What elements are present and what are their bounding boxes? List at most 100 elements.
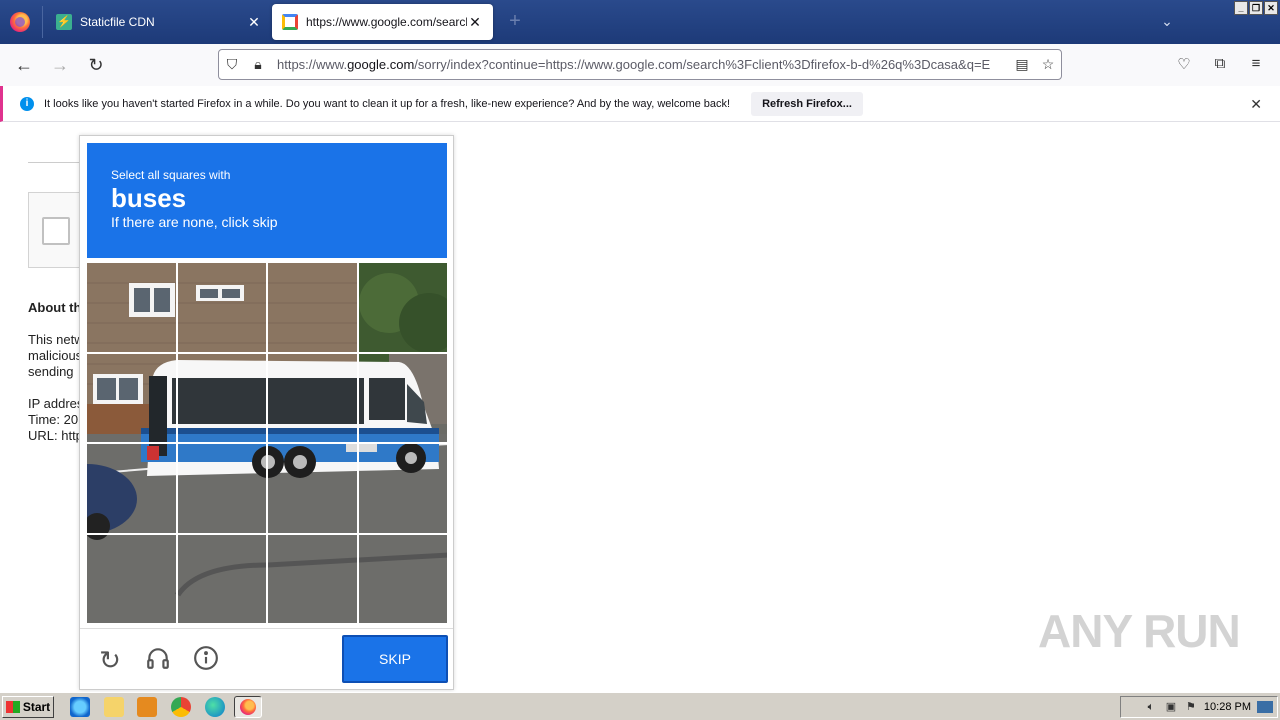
internet-explorer-icon[interactable] [70,697,90,717]
anyrun-watermark: ANY RUN [1038,605,1241,657]
tile-image [177,534,266,623]
close-window-button[interactable]: ✕ [1264,1,1278,15]
url-bar[interactable]: ⛉ 🔒︎ https://www.google.com/sorry/index?… [218,49,1062,80]
firefox-icon [240,699,256,715]
hamburger-menu-icon[interactable]: ≡ [1246,55,1266,75]
restore-button[interactable]: ❐ [1249,1,1263,15]
shield-icon[interactable]: ⛉ [219,56,245,73]
captcha-tile[interactable] [268,444,357,533]
windows-flag-icon [5,701,20,713]
new-tab-icon[interactable]: + [505,11,525,32]
refresh-firefox-button[interactable]: Refresh Firefox... [751,91,863,116]
captcha-tile[interactable] [358,353,447,442]
tile-image [358,534,447,623]
challenge-target: buses [111,183,187,213]
firefox-taskbar-button[interactable] [234,696,262,718]
bookmark-star-icon[interactable]: ☆ [1035,56,1061,73]
captcha-tile[interactable] [358,444,447,533]
captcha-tile[interactable] [177,263,266,352]
back-arrow-icon[interactable]: ← [12,53,36,77]
captcha-tile[interactable] [268,534,357,623]
notification-close-icon[interactable]: ✕ [1250,96,1262,113]
pocket-icon[interactable]: ♡ [1174,55,1194,75]
lock-icon[interactable]: 🔒︎ [245,56,271,73]
recaptcha-checkbox[interactable] [42,217,70,245]
challenge-header: Select all squares with buses If there a… [87,143,447,258]
captcha-tile[interactable] [268,263,357,352]
file-explorer-icon[interactable] [104,697,124,717]
staticfile-favicon-icon: ⚡ [56,14,72,30]
tile-image [87,263,176,352]
tile-image [87,444,176,533]
page-text-line: sending [28,364,74,379]
media-player-icon[interactable] [137,697,157,717]
tile-image [268,444,357,533]
network-icon[interactable]: ▣ [1164,700,1178,714]
captcha-tile[interactable] [177,444,266,533]
tab-strip: ⚡ Staticfile CDN ✕ https://www.google.co… [0,0,1280,44]
tile-image [268,534,357,623]
action-center-flag-icon[interactable]: ⚑ [1184,700,1198,714]
page-text-line: malicious [28,348,80,363]
refresh-firefox-notification: i It looks like you haven't started Fire… [0,86,1280,122]
forward-arrow-icon[interactable]: → [48,53,72,77]
google-favicon-icon [282,14,298,30]
info-icon: i [20,96,34,111]
skip-button[interactable]: SKIP [342,635,448,683]
challenge-footer: ↻ SKIP [80,628,453,690]
captcha-tile[interactable] [87,353,176,442]
tile-image [358,263,447,352]
tile-image [87,534,176,623]
page-text-line: URL: http [28,428,80,443]
navigation-toolbar: ← → ↻ ⛉ 🔒︎ https://www.google.com/sorry/… [0,44,1280,86]
list-all-tabs-chevron-icon[interactable]: ⌄ [1158,13,1176,31]
system-tray: 🔈︎ ▣ ⚑ 10:28 PM [1120,696,1278,718]
captcha-tile[interactable] [177,353,266,442]
captcha-tile[interactable] [268,353,357,442]
window-controls: _ ❐ ✕ [1234,1,1278,15]
image-grid [87,263,447,623]
challenge-hint: If there are none, click skip [111,214,278,230]
tile-image [177,353,266,442]
tab-title: Staticfile CDN [80,15,155,29]
reload-challenge-icon[interactable]: ↻ [95,645,125,675]
captcha-tile[interactable] [358,263,447,352]
start-button[interactable]: Start [2,696,54,718]
extensions-icon[interactable]: ⧉ [1210,55,1230,75]
page-text-line: Time: 20 [28,412,79,427]
windows-taskbar: Start 🔈︎ ▣ ⚑ 10:28 PM [0,692,1280,720]
firefox-menu-icon[interactable] [10,12,30,32]
tile-image [358,444,447,533]
url-text[interactable]: https://www.google.com/sorry/index?conti… [271,57,1009,72]
page-text-line: IP address [28,396,80,411]
volume-icon[interactable]: 🔈︎ [1144,700,1158,714]
minimize-button[interactable]: _ [1234,1,1248,15]
captcha-tile[interactable] [87,263,176,352]
tile-image [358,353,447,442]
tab-title: https://www.google.com/search?c [306,15,467,29]
tile-image [177,263,266,352]
tile-image [87,353,176,442]
tab-close-icon[interactable]: ✕ [467,14,483,30]
reader-view-icon[interactable]: ▤ [1009,56,1035,73]
chrome-icon[interactable] [171,697,191,717]
about-heading: About this page [28,300,80,315]
tab-google-search[interactable]: https://www.google.com/search?c ✕ [272,4,493,40]
audio-challenge-headphones-icon[interactable] [143,645,173,675]
captcha-tile[interactable] [358,534,447,623]
reload-icon[interactable]: ↻ [84,53,108,77]
tab-staticfile[interactable]: ⚡ Staticfile CDN ✕ [46,4,272,40]
tile-image [177,444,266,533]
recaptcha-challenge-dialog: Select all squares with buses If there a… [79,135,454,690]
challenge-instruction: Select all squares with [111,168,231,182]
edge-icon[interactable] [205,697,225,717]
captcha-tile[interactable] [177,534,266,623]
tile-image [268,353,357,442]
captcha-tile[interactable] [87,534,176,623]
notification-text: It looks like you haven't started Firefo… [44,97,731,110]
captcha-tile[interactable] [87,444,176,533]
show-desktop-icon[interactable] [1257,701,1273,713]
tab-separator [42,6,43,38]
tab-close-icon[interactable]: ✕ [246,14,262,30]
help-info-icon[interactable] [191,645,221,675]
